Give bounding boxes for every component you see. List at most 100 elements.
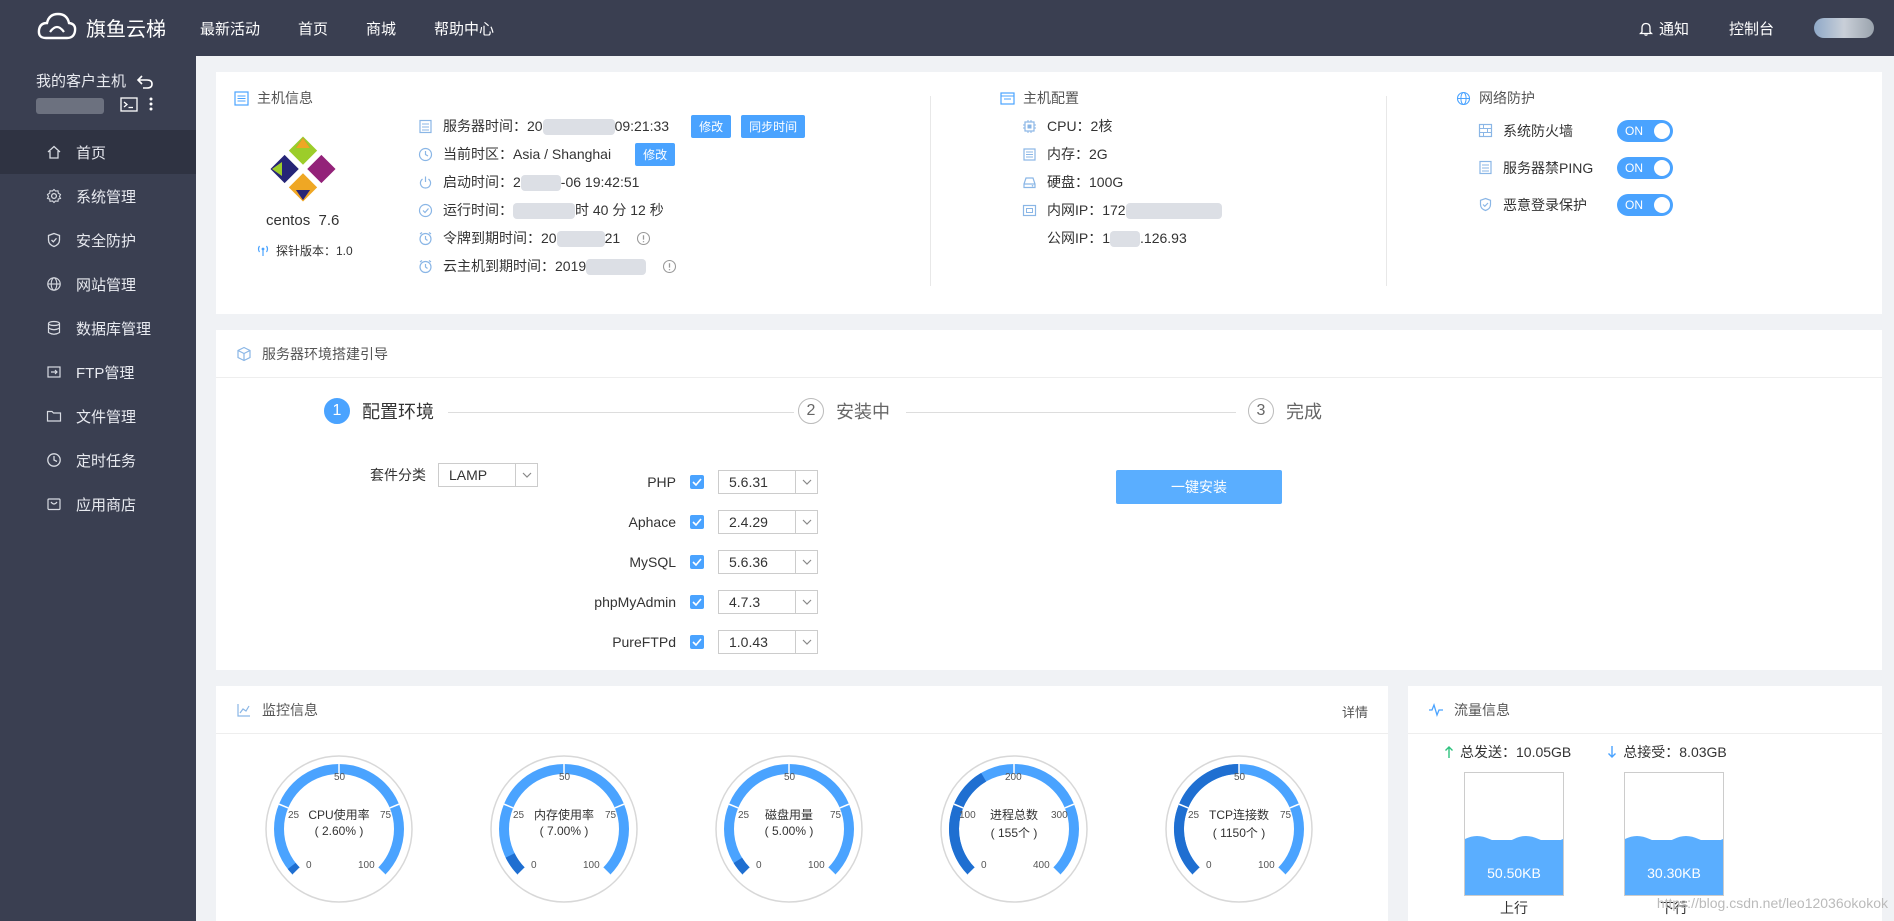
top-nav: 最新活动 首页 商城 帮助中心 [200,0,494,56]
power-icon [419,176,432,189]
step-label: 安装中 [836,402,890,422]
console-button[interactable]: 控制台 [1729,18,1774,39]
alarm-icon [419,259,432,273]
gauge-value: ( 155个 ) [990,826,1038,840]
firewall-toggle[interactable]: ON [1617,119,1673,142]
nav-latest[interactable]: 最新活动 [200,18,260,39]
brand-logo[interactable]: 旗鱼云梯 [36,10,166,44]
shield-icon [47,232,61,248]
nav-home[interactable]: 首页 [298,18,328,39]
version-select[interactable]: 2.4.29 [718,510,818,534]
sidebar-item-store[interactable]: 应用商店 [0,482,196,526]
download-value: 30.30KB [1647,865,1701,881]
sidebar-item-ftp[interactable]: FTP管理 [0,350,196,394]
suite-select[interactable]: LAMP [438,463,538,487]
gauge-tick: 0 [531,860,537,871]
disk-icon [1023,176,1036,188]
notify-button[interactable]: 通知 [1638,18,1689,39]
probe-version: 探针版本：1.0 [256,242,353,259]
sidebar-item-system[interactable]: 系统管理 [0,174,196,218]
sidebar-item-home[interactable]: 首页 [0,130,196,174]
version-select[interactable]: 4.7.3 [718,590,818,614]
server-icon [1479,160,1492,175]
modify-time-button[interactable]: 修改 [691,114,732,138]
shield-icon [1479,197,1492,212]
gauge-value-arc [733,857,751,875]
sidebar-item-label: 系统管理 [76,188,137,206]
software-name: Aphace [628,514,676,530]
pulse-icon [1429,702,1443,717]
gauge-tick: 100 [358,860,375,871]
suite-selector: 套件分类 LAMP [370,463,538,487]
step-line [448,412,794,413]
list-icon [234,90,249,106]
env-header: 服务器环境搭建引导 [216,330,1882,378]
chevron-down-icon [795,511,817,533]
login-protect-label: 恶意登录保护 [1503,196,1587,213]
check-circle-icon [418,203,433,217]
ping-toggle[interactable]: ON [1617,156,1673,179]
centos-logo-icon [268,134,338,204]
version-select[interactable]: 1.0.43 [718,630,818,654]
upload-label: 上行 [1500,900,1528,916]
software-checkbox[interactable] [690,595,704,609]
nav-mall[interactable]: 商城 [366,18,396,39]
login-protect-toggle[interactable]: ON [1617,193,1673,216]
bar-chart-icon [237,703,250,717]
firewall-label: 系统防火墙 [1503,122,1573,139]
info-icon[interactable] [636,231,651,246]
uptime-value: 时 40 分 12 秒 [575,202,664,218]
modify-timezone-button[interactable]: 修改 [635,142,676,166]
monitor-detail-link[interactable]: 详情 [1342,702,1368,721]
upload-tank: 50.50KB [1464,772,1564,896]
software-checkbox[interactable] [690,515,704,529]
sidebar-item-label: 文件管理 [76,408,137,426]
gauge-process: 200 100 300 0 400 进程总数 ( 155个 ) [939,754,1089,904]
software-checkbox[interactable] [690,555,704,569]
ftp-icon [47,366,61,378]
version-select[interactable]: 5.6.36 [718,550,818,574]
arrow-up-icon [1445,746,1453,758]
sidebar-item-website[interactable]: 网站管理 [0,262,196,306]
version-select[interactable]: 5.6.31 [718,470,818,494]
gauge-tick: 100 [808,860,825,871]
avatar[interactable] [1814,18,1874,38]
public-ip-label: 公网IP：1 [1047,230,1111,246]
sidebar-item-cron[interactable]: 定时任务 [0,438,196,482]
gauge-tick: 0 [1206,860,1212,871]
software-checkbox[interactable] [690,475,704,489]
chevron-down-icon [795,471,817,493]
sidebar-item-files[interactable]: 文件管理 [0,394,196,438]
install-steps: 1 配置环境 2 安装中 3 完成 [324,398,1424,428]
info-icon[interactable] [662,259,677,274]
terminal-icon[interactable] [120,96,138,112]
total-sent: 总发送：10.05GB [1444,742,1571,762]
back-icon[interactable] [136,73,154,89]
sidebar-item-label: 安全防护 [76,232,137,250]
disk-value: 硬盘：100G [1047,174,1124,190]
one-click-install-button[interactable]: 一键安装 [1116,470,1282,504]
more-vertical-icon[interactable] [148,96,154,112]
server-icon [419,119,432,133]
os-name: centos 7.6 [266,212,340,229]
monitor-panel: 监控信息 详情 50 25 75 0 100 CPU使用率 ( 2.60% ) … [216,686,1388,921]
sync-time-button[interactable]: 同步时间 [741,114,806,138]
suite-value: LAMP [449,467,488,483]
flow-panel: 流量信息 总发送：10.05GB 总接受：8.03GB 50.50KB 上行 3… [1408,686,1882,921]
sidebar-item-database[interactable]: 数据库管理 [0,306,196,350]
nav-help[interactable]: 帮助中心 [434,18,494,39]
step-installing: 2 安装中 [798,398,890,424]
sidebar-menu: 首页 系统管理 安全防护 网站管理 数据库管理 FTP管理 文件管理 定时任务 [0,130,196,526]
upload-value: 50.50KB [1487,865,1541,881]
public-ip-row: 公网IP：1 .126.93 [1022,224,1222,252]
software-checkbox[interactable] [690,635,704,649]
sidebar-item-security[interactable]: 安全防护 [0,218,196,262]
brand-name: 旗鱼云梯 [86,18,166,41]
arrow-down-icon [1608,746,1617,758]
download-tank: 30.30KB [1624,772,1724,896]
step-config: 1 配置环境 [324,398,434,424]
software-row-php: PHP 5.6.31 [556,462,818,502]
disk-row: 硬盘：100G [1022,168,1222,196]
divider [1386,96,1387,286]
memory-icon [1023,147,1036,161]
